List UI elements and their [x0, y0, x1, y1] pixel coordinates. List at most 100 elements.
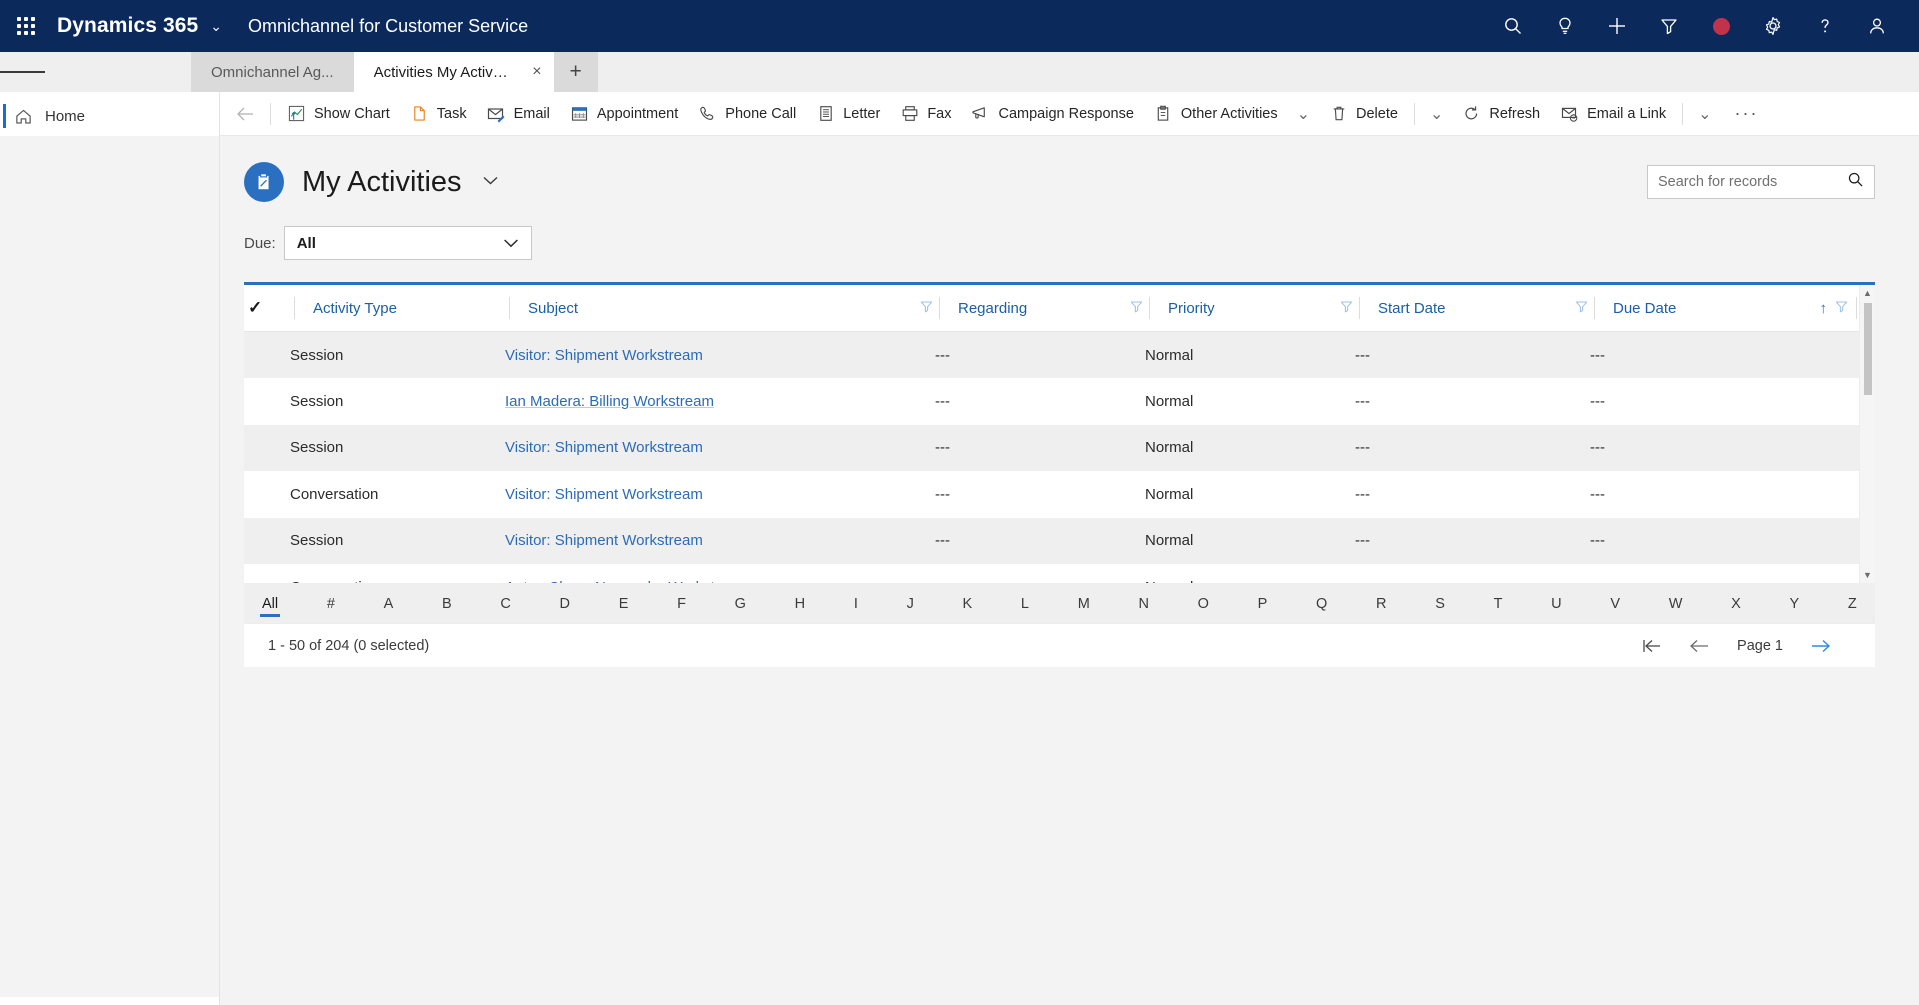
- table-row[interactable]: Session Visitor: Shipment Workstream --- No…: [244, 517, 1859, 564]
- chevron-down-icon[interactable]: ⌄: [210, 18, 222, 35]
- previous-page-icon[interactable]: [1689, 638, 1711, 654]
- refresh-button[interactable]: Refresh: [1452, 92, 1550, 135]
- lightbulb-icon[interactable]: [1539, 0, 1591, 52]
- scrollbar-thumb[interactable]: [1863, 303, 1872, 395]
- table-row[interactable]: Session Ian Madera: Billing Workstream ---…: [244, 378, 1859, 425]
- next-page-icon[interactable]: [1809, 638, 1831, 654]
- recording-indicator-icon[interactable]: [1695, 0, 1747, 52]
- alpha-filter-o[interactable]: O: [1192, 592, 1215, 614]
- alpha-filter-t[interactable]: T: [1488, 592, 1509, 614]
- scrollbar-track[interactable]: [1860, 301, 1876, 567]
- gear-icon[interactable]: [1747, 0, 1799, 52]
- delete-chevron-down-icon[interactable]: ⌄: [1421, 92, 1452, 135]
- delete-button[interactable]: Delete: [1319, 92, 1408, 135]
- subject-link[interactable]: Ian Madera: Billing Workstream: [505, 393, 714, 410]
- view-selector-chevron-down-icon[interactable]: [482, 173, 499, 191]
- alpha-filter-c[interactable]: C: [494, 592, 516, 614]
- alpha-filter-m[interactable]: M: [1072, 592, 1096, 614]
- fax-button[interactable]: Fax: [890, 92, 961, 135]
- alpha-filter-p[interactable]: P: [1252, 592, 1274, 614]
- due-filter-select[interactable]: All: [283, 226, 532, 260]
- new-tab-icon[interactable]: +: [553, 52, 598, 92]
- column-header-priority[interactable]: Priority: [1145, 285, 1355, 332]
- back-arrow-icon[interactable]: [226, 92, 264, 135]
- cell-subject[interactable]: Visitor: Shipment Workstream: [505, 331, 935, 378]
- other-activities-button[interactable]: Other Activities: [1144, 92, 1288, 135]
- row-checkbox-cell[interactable]: [244, 378, 290, 425]
- cell-subject[interactable]: Ian Madera: Billing Workstream: [505, 378, 935, 425]
- column-header-activity-type[interactable]: Activity Type: [290, 285, 505, 332]
- scroll-down-icon[interactable]: ▼: [1863, 567, 1872, 583]
- column-filter-icon[interactable]: [1130, 300, 1143, 317]
- select-all-checkbox[interactable]: ✓: [244, 285, 290, 332]
- alpha-filter-e[interactable]: E: [613, 592, 635, 614]
- column-filter-icon[interactable]: [920, 300, 933, 317]
- cell-subject[interactable]: Visitor: Shipment Workstream: [505, 471, 935, 518]
- column-filter-icon[interactable]: [1340, 300, 1353, 317]
- scroll-up-icon[interactable]: ▲: [1863, 285, 1872, 301]
- search-input[interactable]: [1658, 174, 1847, 190]
- row-checkbox-cell[interactable]: [244, 424, 290, 471]
- search-icon[interactable]: [1487, 0, 1539, 52]
- task-button[interactable]: Task: [400, 92, 477, 135]
- alpha-filter-i[interactable]: I: [848, 592, 864, 614]
- grid-vertical-scrollbar[interactable]: ▲ ▼: [1859, 285, 1875, 583]
- alpha-filter-x[interactable]: X: [1725, 592, 1747, 614]
- appointment-button[interactable]: Appointment: [560, 92, 688, 135]
- alpha-filter-n[interactable]: N: [1132, 592, 1154, 614]
- app-launcher-icon[interactable]: [0, 17, 52, 35]
- row-checkbox-cell[interactable]: [244, 517, 290, 564]
- table-row[interactable]: Session Visitor: Shipment Workstream --- No…: [244, 331, 1859, 378]
- search-icon[interactable]: [1847, 171, 1864, 193]
- column-header-due-date[interactable]: Due Date ↑: [1590, 285, 1859, 332]
- alpha-filter-j[interactable]: J: [901, 592, 920, 614]
- campaign-response-button[interactable]: Campaign Response: [961, 92, 1143, 135]
- alpha-filter-d[interactable]: D: [554, 592, 576, 614]
- sort-ascending-icon[interactable]: ↑: [1820, 300, 1828, 317]
- alpha-filter-w[interactable]: W: [1663, 592, 1689, 614]
- alpha-filter-f[interactable]: F: [671, 592, 692, 614]
- email-a-link-button[interactable]: Email a Link: [1550, 92, 1676, 135]
- column-header-start-date[interactable]: Start Date: [1355, 285, 1590, 332]
- alpha-filter-a[interactable]: A: [378, 592, 400, 614]
- show-chart-button[interactable]: Show Chart: [277, 92, 400, 135]
- plus-icon[interactable]: [1591, 0, 1643, 52]
- alpha-filter-q[interactable]: Q: [1310, 592, 1333, 614]
- filter-icon[interactable]: [1643, 0, 1695, 52]
- alpha-filter-g[interactable]: G: [729, 592, 752, 614]
- column-filter-icon[interactable]: [1835, 300, 1848, 317]
- other-activities-chevron-down-icon[interactable]: ⌄: [1288, 92, 1319, 135]
- alpha-filter-h[interactable]: H: [789, 592, 811, 614]
- alpha-filter-y[interactable]: Y: [1783, 592, 1805, 614]
- alpha-filter-b[interactable]: B: [436, 592, 458, 614]
- table-row[interactable]: Conversation Visitor: Shipment Workstream…: [244, 471, 1859, 518]
- row-checkbox-cell[interactable]: [244, 331, 290, 378]
- column-filter-icon[interactable]: [1575, 300, 1588, 317]
- email-button[interactable]: Email: [477, 92, 560, 135]
- letter-button[interactable]: Letter: [806, 92, 890, 135]
- cell-subject[interactable]: Anton Chew: New order Workstream: [505, 564, 935, 583]
- phone-call-button[interactable]: Phone Call: [688, 92, 806, 135]
- subject-link[interactable]: Visitor: Shipment Workstream: [505, 439, 703, 456]
- cell-subject[interactable]: Visitor: Shipment Workstream: [505, 424, 935, 471]
- row-checkbox-cell[interactable]: [244, 471, 290, 518]
- alpha-filter-r[interactable]: R: [1370, 592, 1392, 614]
- column-header-regarding[interactable]: Regarding: [935, 285, 1145, 332]
- cell-subject[interactable]: Visitor: Shipment Workstream: [505, 517, 935, 564]
- row-checkbox-cell[interactable]: [244, 564, 290, 583]
- chevron-down-icon[interactable]: [503, 235, 519, 252]
- alpha-filter-all[interactable]: All: [256, 592, 284, 617]
- help-icon[interactable]: [1799, 0, 1851, 52]
- subject-link[interactable]: Visitor: Shipment Workstream: [505, 532, 703, 549]
- table-row[interactable]: Session Visitor: Shipment Workstream --- No…: [244, 424, 1859, 471]
- table-row[interactable]: ConversationAnton Chew: New order Workst…: [244, 564, 1859, 583]
- search-records-box[interactable]: [1647, 165, 1875, 199]
- alpha-filter-l[interactable]: L: [1015, 592, 1035, 614]
- sidebar-item-home[interactable]: Home: [0, 96, 219, 136]
- tab-omnichannel-agent[interactable]: Omnichannel Ag...: [191, 52, 354, 92]
- alpha-filter-s[interactable]: S: [1429, 592, 1451, 614]
- overflow-menu-button[interactable]: ···: [1721, 92, 1773, 135]
- alpha-filter-v[interactable]: V: [1604, 592, 1626, 614]
- subject-link[interactable]: Visitor: Shipment Workstream: [505, 486, 703, 503]
- alpha-filter-u[interactable]: U: [1545, 592, 1567, 614]
